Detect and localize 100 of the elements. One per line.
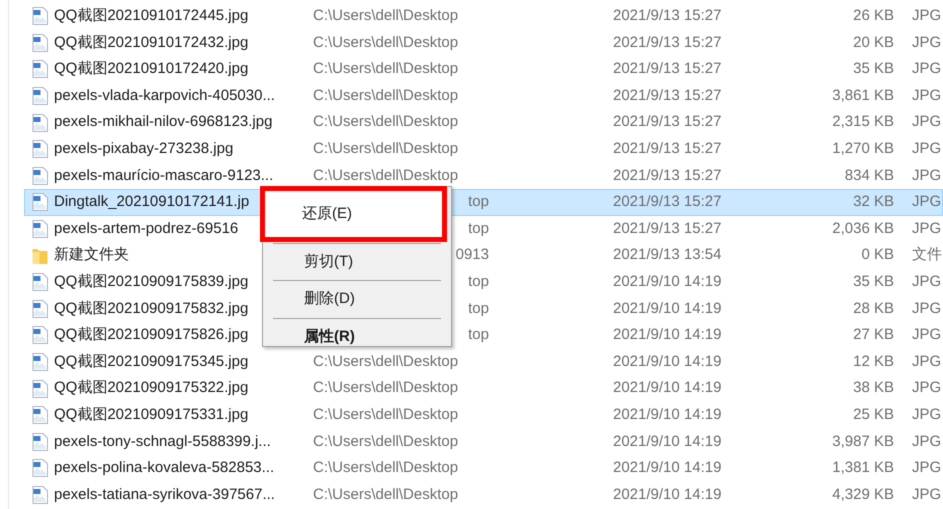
- file-type: 文件: [912, 246, 942, 264]
- file-location: top: [468, 298, 489, 319]
- file-type: JPG: [912, 220, 942, 237]
- file-size: 1,381 KB: [832, 458, 894, 478]
- file-name: QQ截图20210910172432.jpg: [54, 34, 248, 51]
- file-type: JPG: [912, 166, 942, 184]
- file-type: JPG: [912, 432, 942, 450]
- file-name: QQ截图20210909175826.jpg: [54, 326, 248, 344]
- file-size: 2,315 KB: [832, 112, 894, 132]
- modified-date: 2021/9/10 14:19: [613, 272, 722, 290]
- modified-date: 2021/9/10 14:19: [613, 300, 722, 317]
- modified-date: 2021/9/10 14:19: [613, 352, 722, 370]
- image-file-icon: [32, 459, 48, 478]
- file-name: QQ截图20210910172445.jpg: [54, 7, 248, 24]
- file-location: C:\Users\dell\Desktop: [313, 139, 458, 160]
- image-file-icon: [32, 114, 48, 132]
- modified-date: 2021/9/13 15:27: [613, 193, 722, 210]
- file-size: 26 KB: [853, 6, 894, 26]
- file-type: JPG: [912, 193, 942, 210]
- file-type: JPG: [912, 34, 942, 51]
- file-name: Dingtalk_20210910172141.jp: [54, 193, 250, 210]
- file-name: QQ截图20210909175322.jpg: [54, 379, 248, 396]
- modified-date: 2021/9/10 14:19: [613, 406, 722, 423]
- file-size: 2,036 KB: [832, 218, 894, 239]
- folder-icon: [32, 246, 48, 265]
- file-size: 32 KB: [853, 192, 894, 212]
- file-location: C:\Users\dell\Desktop: [313, 6, 458, 26]
- image-file-icon: [32, 166, 48, 185]
- modified-date: 2021/9/10 14:19: [613, 486, 722, 503]
- file-size: 12 KB: [853, 352, 894, 372]
- image-file-icon: [32, 87, 48, 106]
- file-name: 新建文件夹: [54, 246, 129, 264]
- file-location: C:\Users\dell\Desktop: [313, 166, 458, 186]
- modified-date: 2021/9/13 15:27: [613, 113, 722, 130]
- file-location: C:\Users\dell\Desktop: [313, 378, 458, 398]
- file-type: JPG: [912, 7, 942, 24]
- file-location: top: [468, 272, 489, 292]
- file-location: C:\Users\dell\Desktop: [313, 404, 458, 425]
- modified-date: 2021/9/13 15:27: [613, 7, 722, 24]
- file-name: pexels-polina-kovaleva-582853...: [54, 459, 274, 476]
- menu-item[interactable]: 剪切(T): [263, 245, 451, 279]
- file-location: C:\Users\dell\Desktop: [313, 86, 458, 106]
- file-size: 35 KB: [853, 272, 894, 292]
- file-type: JPG: [912, 60, 942, 78]
- image-file-icon: [32, 140, 48, 158]
- file-location: C:\Users\dell\Desktop: [313, 32, 458, 53]
- file-size: 20 KB: [853, 32, 894, 53]
- image-file-icon: [32, 406, 48, 424]
- image-file-icon: [32, 60, 48, 78]
- image-file-icon: [32, 34, 48, 52]
- image-file-icon: [32, 432, 48, 451]
- modified-date: 2021/9/13 15:27: [613, 166, 722, 184]
- file-type: JPG: [912, 300, 942, 317]
- file-size: 834 KB: [844, 166, 894, 186]
- modified-date: 2021/9/13 15:27: [613, 220, 722, 237]
- file-location: top: [468, 325, 489, 346]
- file-size: 28 KB: [853, 298, 894, 319]
- file-location: top: [468, 218, 489, 239]
- file-size: 25 KB: [853, 404, 894, 425]
- file-name: pexels-tatiana-syrikova-397567...: [54, 486, 275, 503]
- file-name: pexels-vlada-karpovich-405030...: [54, 86, 275, 104]
- file-location: C:\Users\dell\Desktop: [313, 458, 458, 478]
- file-name: pexels-tony-schnagl-5588399.j...: [54, 432, 271, 450]
- file-name: pexels-pixabay-273238.jpg: [54, 140, 234, 158]
- file-name: QQ截图20210909175345.jpg: [54, 352, 248, 370]
- modified-date: 2021/9/13 15:27: [613, 140, 722, 158]
- image-file-icon: [32, 486, 48, 504]
- file-location: C:\Users\dell\Desktop: [313, 59, 458, 80]
- file-location: C:\Users\dell\Desktop: [313, 432, 458, 452]
- file-location: C:\Users\dell\Desktop: [313, 484, 458, 505]
- image-file-icon: [32, 326, 48, 344]
- file-size: 3,861 KB: [832, 86, 894, 106]
- modified-date: 2021/9/10 14:19: [613, 379, 722, 396]
- file-size: 38 KB: [853, 378, 894, 398]
- file-type: JPG: [912, 113, 942, 130]
- menu-item[interactable]: 删除(D): [263, 282, 451, 317]
- file-type: JPG: [912, 86, 942, 104]
- modified-date: 2021/9/13 15:27: [613, 86, 722, 104]
- image-file-icon: [32, 7, 48, 26]
- file-location: top: [468, 192, 489, 212]
- file-size: 4,329 KB: [832, 484, 894, 505]
- file-name: pexels-artem-podrez-69516: [54, 220, 238, 237]
- file-name: QQ截图20210910172420.jpg: [54, 60, 248, 78]
- file-name: pexels-mikhail-nilov-6968123.jpg: [54, 113, 272, 130]
- file-location: 0913: [456, 245, 489, 266]
- modified-date: 2021/9/10 14:19: [613, 432, 722, 450]
- modified-date: 2021/9/13 13:54: [613, 246, 722, 264]
- file-size: 27 KB: [853, 325, 894, 346]
- image-file-icon: [32, 380, 48, 398]
- file-name: QQ截图20210909175331.jpg: [54, 406, 248, 423]
- modified-date: 2021/9/10 14:19: [613, 326, 722, 344]
- file-size: 0 KB: [861, 245, 894, 266]
- file-type: JPG: [912, 459, 942, 476]
- image-file-icon: [32, 300, 48, 318]
- file-size: 3,987 KB: [832, 432, 894, 452]
- menu-item[interactable]: 还原(E): [260, 186, 447, 242]
- file-type: JPG: [912, 379, 942, 396]
- file-type: JPG: [912, 272, 942, 290]
- modified-date: 2021/9/10 14:19: [613, 459, 722, 476]
- file-type: JPG: [912, 486, 942, 503]
